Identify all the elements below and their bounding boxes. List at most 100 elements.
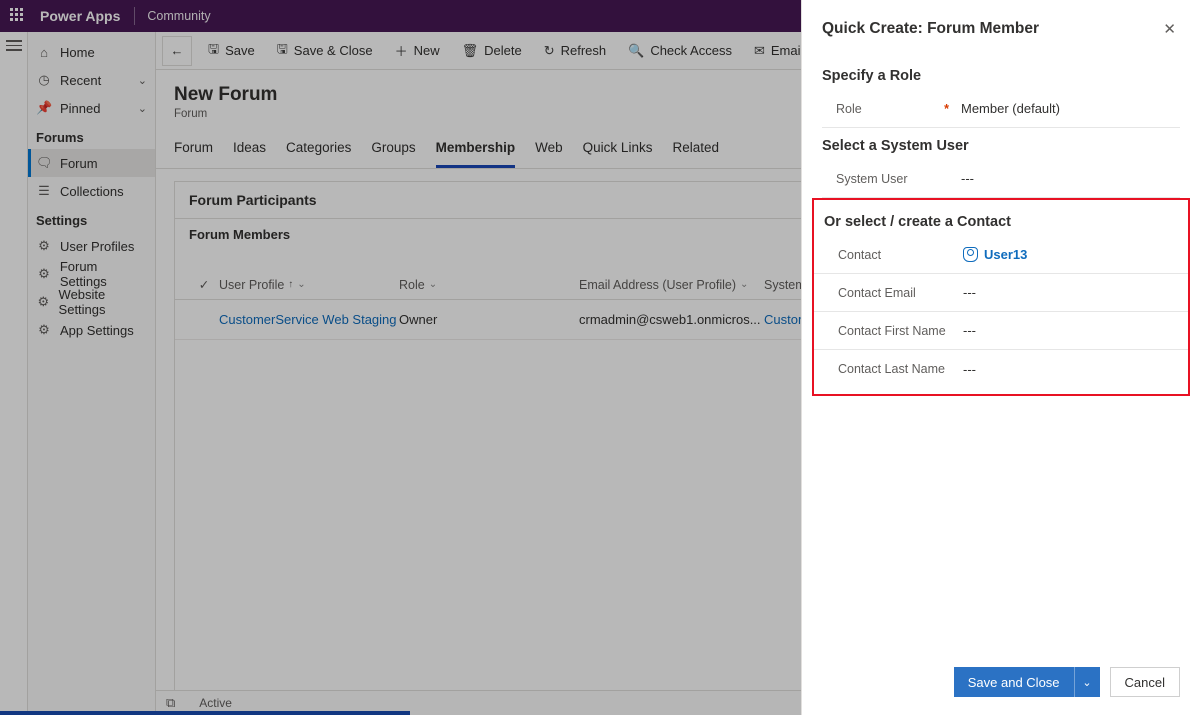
cell-email: crmadmin@csweb1.onmicros... — [579, 312, 764, 327]
tab-related[interactable]: Related — [672, 134, 719, 168]
gear-icon: ⚙ — [36, 294, 51, 310]
chevron-down-icon: ⌄ — [138, 74, 147, 87]
field-value[interactable]: Member (default) — [957, 101, 1180, 116]
tab-web[interactable]: Web — [535, 134, 563, 168]
chat-icon: 🗨 — [36, 155, 52, 171]
field-role[interactable]: Role * Member (default) — [822, 90, 1180, 128]
app-launcher-icon[interactable] — [10, 8, 26, 24]
quick-create-footer: Save and Close ⌄ Cancel — [802, 655, 1200, 715]
nav-pinned[interactable]: 📌 Pinned ⌄ — [28, 94, 155, 122]
site-map: ⌂ Home ◷ Recent ⌄ 📌 Pinned ⌄ Forums 🗨 Fo… — [28, 32, 156, 715]
section-specify-role: Specify a Role — [822, 68, 1180, 84]
cancel-button[interactable]: Cancel — [1110, 667, 1180, 697]
field-value[interactable]: --- — [959, 362, 1178, 377]
field-label: Contact Last Name — [838, 362, 945, 376]
field-label: Contact First Name — [838, 324, 946, 338]
field-contact[interactable]: Contact User13 — [814, 236, 1188, 274]
status-value: Active — [199, 696, 232, 710]
nav-forum[interactable]: 🗨 Forum — [28, 149, 155, 177]
tab-ideas[interactable]: Ideas — [233, 134, 266, 168]
home-icon: ⌂ — [36, 45, 52, 60]
nav-forum-settings[interactable]: ⚙ Forum Settings — [28, 260, 155, 288]
field-contact-first-name[interactable]: Contact First Name --- — [814, 312, 1188, 350]
chevron-down-icon: ⌄ — [138, 102, 147, 115]
gear-icon: ⚙ — [36, 266, 52, 282]
tab-membership[interactable]: Membership — [436, 134, 516, 168]
quick-create-header: Quick Create: Forum Member ✕ — [802, 0, 1200, 50]
col-label: Email Address (User Profile) — [579, 278, 736, 292]
chevron-down-icon: ⌄ — [297, 279, 305, 290]
quick-create-title: Quick Create: Forum Member — [822, 20, 1159, 38]
contact-text: User13 — [984, 247, 1027, 262]
gear-icon: ⚙ — [36, 322, 52, 338]
tab-categories[interactable]: Categories — [286, 134, 351, 168]
tab-forum[interactable]: Forum — [174, 134, 213, 168]
save-split-button[interactable]: ⌄ — [1074, 667, 1100, 697]
menu-icon[interactable] — [6, 40, 22, 51]
section-contact: Or select / create a Contact — [814, 214, 1188, 230]
gear-icon: ⚙ — [36, 238, 52, 254]
cmd-label: Check Access — [650, 43, 732, 58]
field-value[interactable]: --- — [959, 323, 1178, 338]
field-contact-last-name[interactable]: Contact Last Name --- — [814, 350, 1188, 388]
cmd-label: Delete — [484, 43, 522, 58]
check-access-button[interactable]: 🔍 Check Access — [618, 36, 742, 66]
col-label: User Profile — [219, 278, 284, 292]
field-contact-email[interactable]: Contact Email --- — [814, 274, 1188, 312]
new-button[interactable]: ＋New — [385, 36, 450, 66]
refresh-icon: ↻ — [544, 43, 555, 59]
back-button[interactable]: ← — [162, 36, 192, 66]
tab-quick-links[interactable]: Quick Links — [583, 134, 653, 168]
save-button[interactable]: 🖫 Save — [198, 36, 265, 66]
field-label: Contact — [838, 248, 881, 262]
contact-icon — [963, 247, 978, 262]
nav-label: Forum — [60, 156, 98, 171]
save-and-close-button[interactable]: Save and Close — [954, 667, 1074, 697]
nav-label: Recent — [60, 73, 101, 88]
select-all-check[interactable]: ✓ — [189, 277, 219, 292]
close-icon: ✕ — [1163, 21, 1176, 38]
close-button[interactable]: ✕ — [1159, 16, 1180, 42]
trash-icon: 🗑 — [462, 43, 479, 59]
cmd-label: Save — [225, 43, 255, 58]
nav-app-settings[interactable]: ⚙ App Settings — [28, 316, 155, 344]
app-area: Community — [147, 9, 210, 23]
col-label: System — [764, 278, 806, 292]
search-icon: 🔍 — [628, 43, 644, 59]
nav-label: Home — [60, 45, 95, 60]
list-icon: ☰ — [36, 183, 52, 199]
field-value[interactable]: --- — [959, 285, 1178, 300]
contact-lookup-value[interactable]: User13 — [963, 247, 1027, 262]
field-system-user[interactable]: System User --- — [822, 160, 1180, 198]
field-label: System User — [836, 172, 908, 186]
save-close-button[interactable]: 🖫Save & Close — [267, 36, 383, 66]
nav-collections[interactable]: ☰ Collections — [28, 177, 155, 205]
nav-recent[interactable]: ◷ Recent ⌄ — [28, 66, 155, 94]
col-label: Role — [399, 278, 425, 292]
popout-icon[interactable]: ⧉ — [166, 695, 175, 711]
nav-label: App Settings — [60, 323, 134, 338]
product-name: Power Apps — [40, 8, 134, 24]
col-role[interactable]: Role ⌄ — [399, 278, 579, 292]
back-arrow-icon: ← — [171, 43, 184, 58]
col-user-profile[interactable]: User Profile ↑ ⌄ — [219, 278, 399, 292]
cell-user[interactable]: CustomerService Web Staging — [219, 312, 399, 327]
quick-create-body: Specify a Role Role * Member (default) S… — [802, 50, 1200, 655]
nav-home[interactable]: ⌂ Home — [28, 38, 155, 66]
nav-label: Forum Settings — [60, 259, 147, 289]
pin-icon: 📌 — [36, 100, 52, 116]
site-map-toggle-column — [0, 32, 28, 715]
nav-label: Collections — [60, 184, 124, 199]
col-email[interactable]: Email Address (User Profile) ⌄ — [579, 278, 764, 292]
nav-website-settings[interactable]: ⚙ Website Settings — [28, 288, 155, 316]
cmd-label: Save & Close — [294, 43, 373, 58]
tab-groups[interactable]: Groups — [371, 134, 415, 168]
delete-button[interactable]: 🗑 Delete — [452, 36, 532, 66]
sort-asc-icon: ↑ — [288, 279, 293, 290]
save-icon: 🖫 — [208, 40, 219, 62]
nav-label: User Profiles — [60, 239, 134, 254]
field-value[interactable]: --- — [957, 171, 1180, 186]
nav-user-profiles[interactable]: ⚙ User Profiles — [28, 232, 155, 260]
nav-group-forums: Forums — [28, 122, 155, 149]
refresh-button[interactable]: ↻Refresh — [534, 36, 616, 66]
